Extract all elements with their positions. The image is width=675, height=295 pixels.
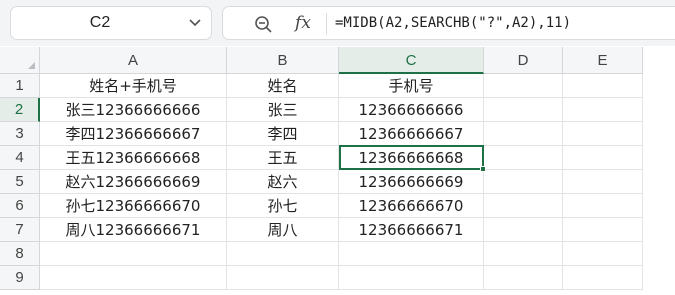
column-header-a[interactable]: A: [40, 47, 227, 74]
cell-b3[interactable]: 李四: [227, 122, 339, 146]
fill-handle[interactable]: [480, 166, 486, 172]
zoom-out-icon[interactable]: [253, 14, 273, 34]
cell-c3[interactable]: 12366666667: [339, 122, 484, 146]
cell-d6[interactable]: [484, 194, 563, 218]
row-header-7[interactable]: 7: [0, 218, 40, 242]
select-all-icon: [28, 62, 35, 69]
name-box-value: C2: [89, 14, 111, 31]
select-all-corner[interactable]: [0, 47, 40, 74]
cell-d2[interactable]: [484, 98, 563, 122]
cell-b9[interactable]: [227, 266, 339, 290]
cell-d7[interactable]: [484, 218, 563, 242]
cell-e2[interactable]: [563, 98, 643, 122]
cell-c8[interactable]: [339, 242, 484, 266]
cell-c1[interactable]: 手机号: [339, 74, 484, 98]
cell-b8[interactable]: [227, 242, 339, 266]
column-header-d[interactable]: D: [484, 47, 563, 74]
selected-cell-outline: [339, 145, 484, 170]
cell-d3[interactable]: [484, 122, 563, 146]
cell-b6[interactable]: 孙七: [227, 194, 339, 218]
cell-a9[interactable]: [40, 266, 227, 290]
cell-e3[interactable]: [563, 122, 643, 146]
cell-c5[interactable]: 12366666669: [339, 170, 484, 194]
toolbar: C2 fx =MIDB(A2,SEARCHB("?",A2),11): [0, 0, 675, 46]
cell-c7[interactable]: 12366666671: [339, 218, 484, 242]
cell-a3[interactable]: 李四12366666667: [40, 122, 227, 146]
cell-e9[interactable]: [563, 266, 643, 290]
cell-b7[interactable]: 周八: [227, 218, 339, 242]
cell-a2[interactable]: 张三12366666666: [40, 98, 227, 122]
cell-d4[interactable]: [484, 146, 563, 170]
cell-e4[interactable]: [563, 146, 643, 170]
cell-d5[interactable]: [484, 170, 563, 194]
cell-a6[interactable]: 孙七12366666670: [40, 194, 227, 218]
fx-icon[interactable]: fx: [291, 9, 315, 37]
row-header-2[interactable]: 2: [0, 98, 40, 122]
cell-a8[interactable]: [40, 242, 227, 266]
cell-c9[interactable]: [339, 266, 484, 290]
formula-divider: [326, 13, 327, 35]
cell-b5[interactable]: 赵六: [227, 170, 339, 194]
column-header-b[interactable]: B: [227, 47, 339, 74]
row-header-1[interactable]: 1: [0, 74, 40, 98]
chevron-down-icon[interactable]: [189, 18, 201, 28]
row-header-3[interactable]: 3: [0, 122, 40, 146]
cell-a7[interactable]: 周八12366666671: [40, 218, 227, 242]
cell-c2[interactable]: 12366666666: [339, 98, 484, 122]
formula-bar: fx =MIDB(A2,SEARCHB("?",A2),11): [222, 6, 675, 40]
cell-d1[interactable]: [484, 74, 563, 98]
column-header-e[interactable]: E: [563, 47, 643, 74]
row-header-4[interactable]: 4: [0, 146, 40, 170]
row-header-9[interactable]: 9: [0, 266, 40, 290]
cell-d8[interactable]: [484, 242, 563, 266]
cell-e1[interactable]: [563, 74, 643, 98]
cell-e6[interactable]: [563, 194, 643, 218]
cell-c6[interactable]: 12366666670: [339, 194, 484, 218]
cell-b1[interactable]: 姓名: [227, 74, 339, 98]
row-header-6[interactable]: 6: [0, 194, 40, 218]
cell-a4[interactable]: 王五12366666668: [40, 146, 227, 170]
column-header-c[interactable]: C: [339, 47, 484, 74]
row-header-8[interactable]: 8: [0, 242, 40, 266]
cell-a1[interactable]: 姓名+手机号: [40, 74, 227, 98]
cell-b2[interactable]: 张三: [227, 98, 339, 122]
cell-e8[interactable]: [563, 242, 643, 266]
cell-e7[interactable]: [563, 218, 643, 242]
cell-d9[interactable]: [484, 266, 563, 290]
cell-b4[interactable]: 王五: [227, 146, 339, 170]
spreadsheet-grid: A B C D E 1 姓名+手机号 姓名 手机号 2 张三12366666666 张三 1236666…: [0, 47, 675, 295]
cell-a5[interactable]: 赵六12366666669: [40, 170, 227, 194]
formula-input[interactable]: =MIDB(A2,SEARCHB("?",A2),11): [335, 7, 571, 39]
cell-e5[interactable]: [563, 170, 643, 194]
name-box[interactable]: C2: [10, 6, 212, 40]
row-header-5[interactable]: 5: [0, 170, 40, 194]
